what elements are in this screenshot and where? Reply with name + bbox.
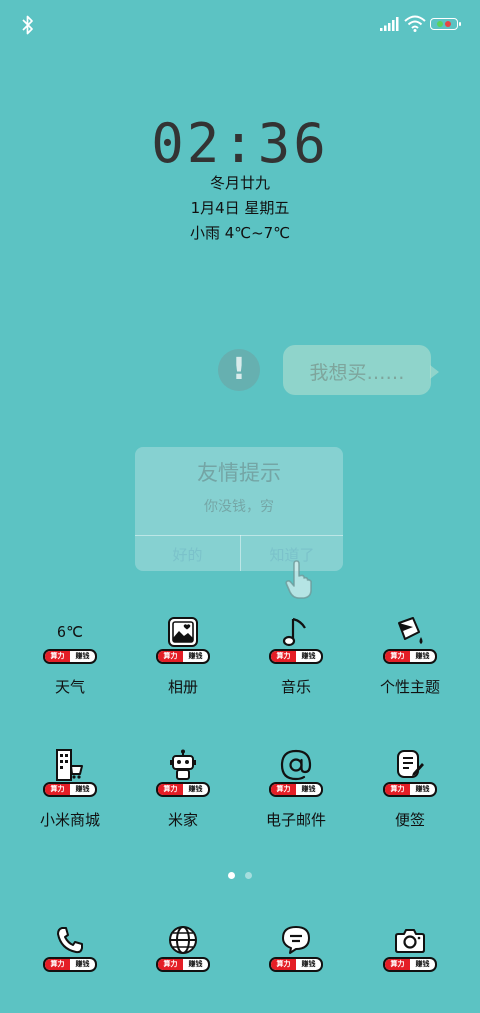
badge-right-text: 赚钱 <box>75 785 90 793</box>
dialog-ok-button: 好的 <box>172 546 203 564</box>
badge-left-text: 算力 <box>385 959 410 970</box>
app-badge: 算力 赚钱 <box>43 649 97 664</box>
badge-right-text: 赚钱 <box>75 652 90 660</box>
app-badge: 算力 赚钱 <box>43 782 97 797</box>
gallery-icon <box>161 610 205 654</box>
globe-icon <box>161 918 205 962</box>
badge-left-text: 算力 <box>385 784 410 795</box>
badge-right-text: 赚钱 <box>188 960 203 968</box>
badge-left-text: 算力 <box>45 651 70 662</box>
app-badge: 算力 赚钱 <box>269 782 323 797</box>
phone-icon <box>48 918 92 962</box>
paint-bucket-icon <box>388 610 432 654</box>
lunar-date: 冬月廿九 <box>209 174 270 192</box>
badge-left-text: 算力 <box>45 959 70 970</box>
badge-left-text: 算力 <box>271 959 296 970</box>
app-badge: 算力 赚钱 <box>43 957 97 972</box>
app-badge: 算力 赚钱 <box>156 957 210 972</box>
dialog-divider <box>135 535 343 536</box>
app-label: 个性主题 <box>379 678 440 696</box>
store-building-icon <box>48 743 92 787</box>
page-indicator-inactive <box>245 872 252 879</box>
badge-left-text: 算力 <box>45 784 70 795</box>
app-badge: 算力 赚钱 <box>269 649 323 664</box>
signal-icon <box>380 17 399 31</box>
badge-left-text: 算力 <box>158 784 183 795</box>
badge-right-text: 赚钱 <box>301 652 316 660</box>
chat-bubble-text: 我想买…… <box>309 362 405 384</box>
app-label: 米家 <box>167 811 198 829</box>
app-label: 天气 <box>54 678 85 696</box>
app-label: 相册 <box>167 678 198 696</box>
weather-icon: 6℃ <box>48 610 92 654</box>
battery-icon <box>430 18 461 30</box>
app-badge: 算力 赚钱 <box>156 649 210 664</box>
badge-left-text: 算力 <box>158 959 183 970</box>
badge-right-text: 赚钱 <box>415 652 430 660</box>
badge-left-text: 算力 <box>385 651 410 662</box>
badge-right-text: 赚钱 <box>415 785 430 793</box>
music-note-icon <box>274 610 318 654</box>
calendar-date: 1月4日 星期五 <box>190 199 290 217</box>
badge-right-text: 赚钱 <box>75 960 90 968</box>
badge-right-text: 赚钱 <box>188 785 203 793</box>
badge-left-text: 算力 <box>271 784 296 795</box>
app-label: 电子邮件 <box>265 811 326 829</box>
app-label: 便签 <box>394 811 425 829</box>
weather-summary: 小雨 4℃~7℃ <box>189 224 291 242</box>
at-sign-icon <box>274 743 318 787</box>
bluetooth-icon <box>22 15 33 35</box>
app-badge: 算力 赚钱 <box>156 782 210 797</box>
app-badge: 算力 赚钱 <box>383 782 437 797</box>
notepad-icon <box>388 743 432 787</box>
app-badge: 算力 赚钱 <box>383 957 437 972</box>
badge-left-text: 算力 <box>271 651 296 662</box>
camera-icon <box>388 918 432 962</box>
wifi-icon <box>404 15 426 32</box>
badge-right-text: 赚钱 <box>301 960 316 968</box>
page-indicator-active <box>228 872 235 879</box>
app-badge: 算力 赚钱 <box>383 649 437 664</box>
exclamation-icon: ! <box>218 349 260 391</box>
app-badge: 算力 赚钱 <box>269 957 323 972</box>
app-label: 音乐 <box>280 678 311 696</box>
clock-time[interactable]: 02:36 <box>0 112 480 175</box>
badge-right-text: 赚钱 <box>188 652 203 660</box>
message-bubble-icon <box>274 918 318 962</box>
weather-temperature: 6℃ <box>57 623 83 641</box>
robot-icon <box>161 743 205 787</box>
badge-right-text: 赚钱 <box>301 785 316 793</box>
app-label: 小米商城 <box>39 811 100 829</box>
badge-left-text: 算力 <box>158 651 183 662</box>
pointer-hand-icon <box>285 560 312 599</box>
dialog-title: 友情提示 <box>197 461 281 485</box>
badge-right-text: 赚钱 <box>415 960 430 968</box>
dialog-message: 你没钱，穷 <box>204 499 274 515</box>
